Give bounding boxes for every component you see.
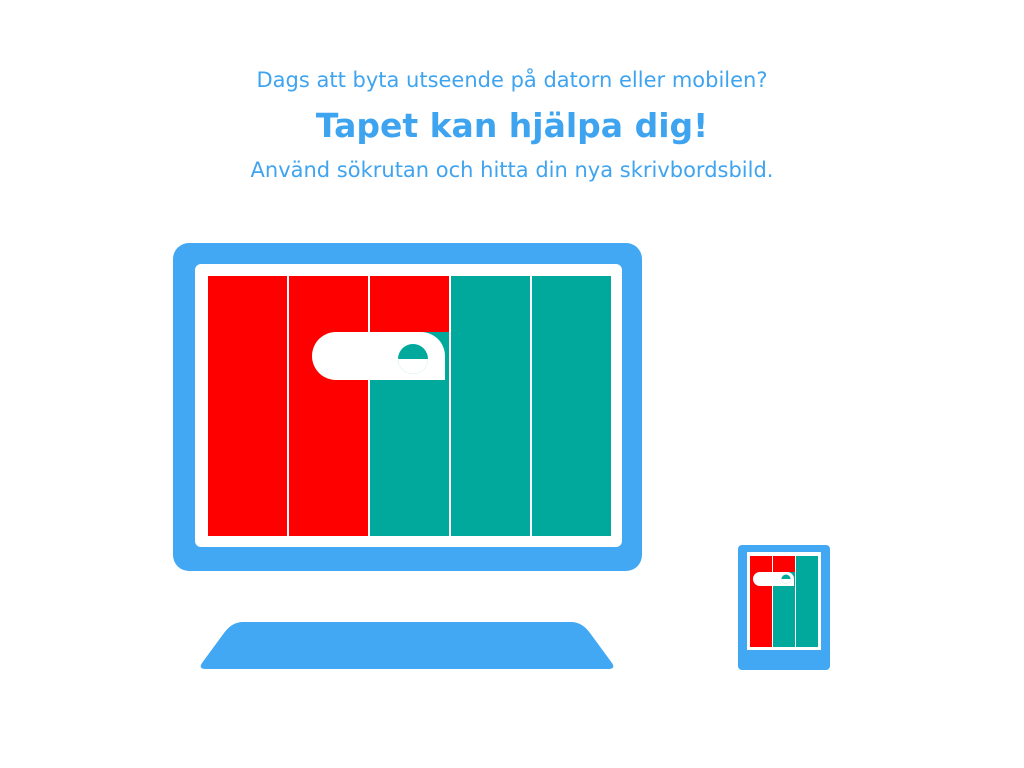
mobile-phone-icon — [738, 545, 830, 670]
wallpaper-stripe — [532, 276, 611, 536]
wallpaper-stripe — [750, 556, 772, 647]
wallpaper-roll-icon — [753, 572, 794, 586]
devices-illustration — [173, 243, 830, 670]
wallpaper-stripe — [289, 276, 368, 536]
wallpaper-stripe — [208, 276, 287, 536]
wallpaper-roll-icon — [312, 332, 445, 380]
keyboard-icon — [200, 622, 614, 669]
desktop-monitor-icon — [173, 243, 642, 571]
wallpaper-stripe — [773, 556, 795, 572]
monitor-wallpaper — [208, 276, 611, 536]
wallpaper-stripe — [370, 276, 449, 332]
phone-wallpaper — [750, 556, 818, 647]
wallpaper-stripe — [796, 556, 818, 647]
wallpaper-stripe — [451, 276, 530, 536]
